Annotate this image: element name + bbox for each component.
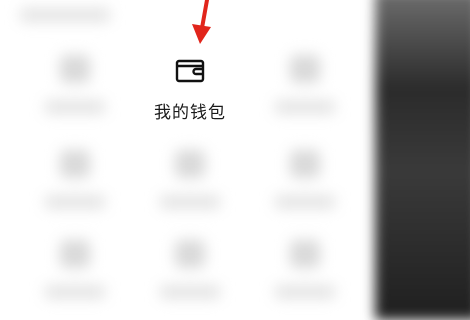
my-wallet-menu-item[interactable]: 我的钱包 [130,48,250,128]
blurred-grid-icon [290,150,320,178]
blurred-grid-icon [60,240,90,268]
blurred-grid-icon [60,55,90,83]
arrow-shaft [200,0,209,30]
wallet-icon [175,59,205,83]
dark-side-panel [375,0,470,320]
blurred-grid-label [45,195,105,209]
blurred-grid-icon [60,150,90,178]
blurred-grid-label [45,100,105,114]
blurred-grid-icon [175,240,205,268]
blurred-grid-icon [290,240,320,268]
blurred-grid-label [275,195,335,209]
blurred-grid-label [275,100,335,114]
blurred-grid-label [275,285,335,299]
blurred-grid-icon [290,55,320,83]
blurred-grid-label [160,195,220,209]
blurred-grid-label [45,285,105,299]
blurred-grid-icon [175,150,205,178]
arrow-head [192,24,211,44]
blurred-header-text [20,8,110,22]
red-arrow-annotation [192,0,211,44]
my-wallet-label: 我的钱包 [154,103,226,123]
blurred-grid-label [160,285,220,299]
